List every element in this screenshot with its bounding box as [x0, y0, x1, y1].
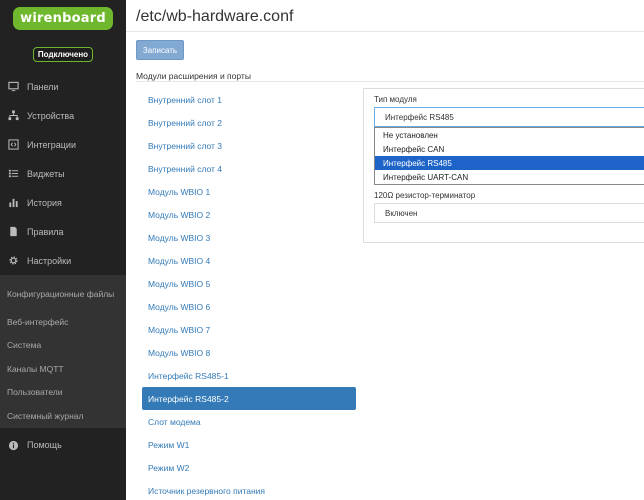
nav-item-integrations[interactable]: Интеграции	[0, 130, 126, 159]
module-list-item[interactable]: Внутренний слот 4	[142, 157, 356, 180]
section-divider	[136, 81, 644, 82]
module-list-item[interactable]: Модуль WBIO 7	[142, 318, 356, 341]
section-heading: Модули расширения и порты	[136, 71, 251, 81]
module-list-item[interactable]: Модуль WBIO 6	[142, 295, 356, 318]
list-icon	[7, 168, 19, 180]
brand-area: wirenboard	[0, 0, 126, 36]
module-type-dropdown: Не установлен Интерфейс CAN Интерфейс RS48…	[374, 127, 644, 185]
nav-item-label: Устройства	[27, 110, 75, 121]
module-list-item[interactable]: Модуль WBIO 2	[142, 203, 356, 226]
submenu-item-config-files[interactable]: Конфигурационные файлы	[0, 277, 126, 310]
nav-item-help[interactable]: Помощь	[0, 431, 126, 460]
terminator-label: 120Ω резистор-терминатор	[374, 191, 476, 200]
connection-status-badge: Подключено	[32, 46, 94, 62]
module-list-item[interactable]: Модуль WBIO 5	[142, 272, 356, 295]
nav-item-rules[interactable]: Правила	[0, 217, 126, 246]
sitemap-icon	[7, 110, 19, 122]
nav-item-label: Правила	[27, 226, 64, 237]
module-list-item[interactable]: Модуль WBIO 3	[142, 226, 356, 249]
dropdown-option[interactable]: Интерфейс RS485	[375, 156, 644, 170]
dropdown-option[interactable]: Интерфейс UART-CAN	[375, 170, 644, 184]
module-settings-panel: Тип модуля Интерфейс RS485 Не установлен…	[363, 88, 644, 243]
nav-item-label: Настройки	[27, 255, 72, 266]
page-title: /etc/wb-hardware.conf	[136, 8, 294, 25]
nav-item-devices[interactable]: Устройства	[0, 101, 126, 130]
code-icon	[7, 139, 19, 151]
module-list-item[interactable]: Интерфейс RS485-1	[142, 364, 356, 387]
nav-item-history[interactable]: История	[0, 188, 126, 217]
settings-submenu: Конфигурационные файлы Веб-интерфейс Сис…	[0, 275, 126, 428]
module-list-item[interactable]: Режим W1	[142, 433, 356, 456]
submenu-item-users[interactable]: Пользователи	[0, 381, 126, 405]
sidebar: wirenboard Подключено Панели Устройства …	[0, 0, 126, 500]
submenu-item-system[interactable]: Система	[0, 334, 126, 358]
module-list-item[interactable]: Интерфейс RS485-2	[142, 387, 356, 410]
module-list-item[interactable]: Внутренний слот 2	[142, 111, 356, 134]
nav-item-label: Виджеты	[27, 168, 65, 179]
nav-item-settings[interactable]: Настройки	[0, 246, 126, 275]
module-list: Внутренний слот 1 Внутренний слот 2 Внутре…	[142, 88, 356, 500]
connection-status-row: Подключено	[0, 36, 126, 72]
module-type-label: Тип модуля	[374, 95, 417, 104]
save-button[interactable]: Записать	[136, 40, 184, 60]
module-type-select[interactable]: Интерфейс RS485	[374, 107, 644, 127]
submenu-item-web-ui[interactable]: Веб-интерфейс	[0, 310, 126, 334]
module-list-item[interactable]: Режим W2	[142, 456, 356, 479]
submenu-item-mqtt-channels[interactable]: Каналы MQTT	[0, 357, 126, 381]
bar-chart-icon	[7, 197, 19, 209]
nav-item-label: Интеграции	[27, 139, 76, 150]
module-list-item[interactable]: Внутренний слот 3	[142, 134, 356, 157]
wirenboard-logo[interactable]: wirenboard	[13, 6, 113, 30]
submenu-item-system-log[interactable]: Системный журнал	[0, 404, 126, 428]
nav-item-label: Панели	[27, 81, 59, 92]
nav-item-widgets[interactable]: Виджеты	[0, 159, 126, 188]
nav-item-panels[interactable]: Панели	[0, 72, 126, 101]
module-list-item[interactable]: Модуль WBIO 8	[142, 341, 356, 364]
file-icon	[7, 226, 19, 238]
nav-item-label: Помощь	[27, 440, 62, 450]
terminator-select[interactable]: Включен	[374, 203, 644, 223]
gear-icon	[7, 255, 19, 267]
dropdown-option[interactable]: Интерфейс CAN	[375, 142, 644, 156]
dropdown-option[interactable]: Не установлен	[375, 128, 644, 142]
module-list-item[interactable]: Слот модема	[142, 410, 356, 433]
module-list-item[interactable]: Источник резервного питания	[142, 479, 356, 500]
monitor-icon	[7, 81, 19, 93]
main-content: /etc/wb-hardware.conf Записать Модули ра…	[126, 0, 644, 500]
module-list-item[interactable]: Модуль WBIO 4	[142, 249, 356, 272]
title-divider	[126, 31, 644, 32]
info-icon	[7, 439, 19, 451]
nav-item-label: История	[27, 197, 62, 208]
module-list-item[interactable]: Модуль WBIO 1	[142, 180, 356, 203]
module-list-item[interactable]: Внутренний слот 1	[142, 88, 356, 111]
